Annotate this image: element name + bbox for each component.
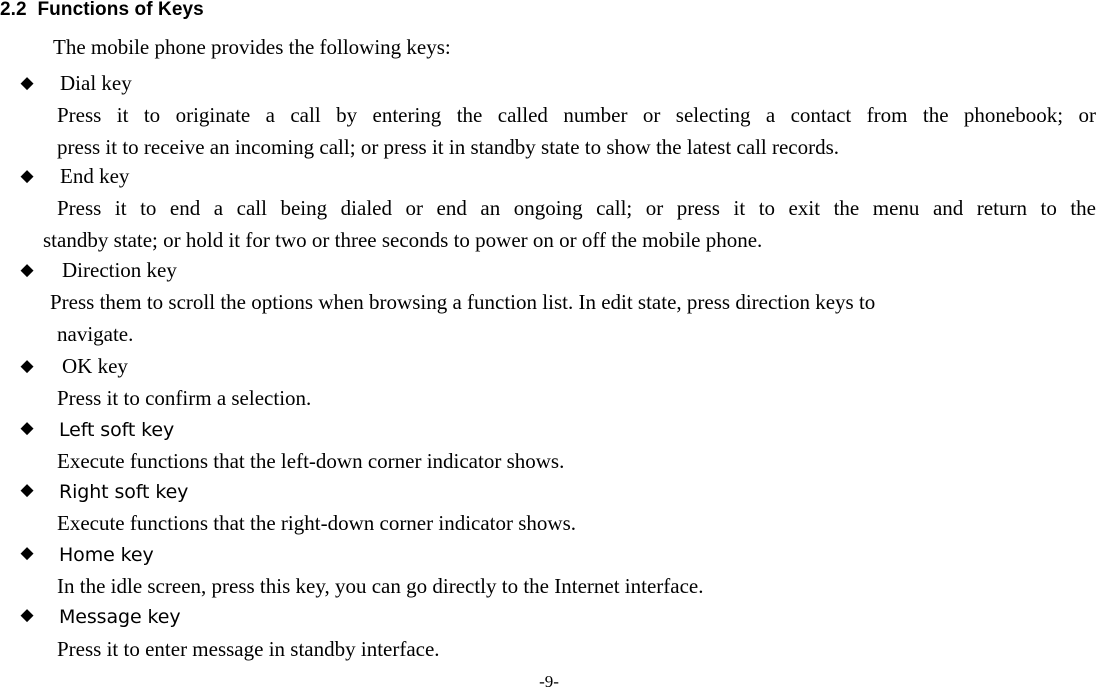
key-description-left-soft-key: Execute functions that the left-down cor… — [57, 449, 565, 473]
key-name-dial-key: Dial key — [60, 71, 132, 95]
diamond-bullet-icon: ◆ — [20, 166, 34, 186]
key-name-home-key: Home key — [59, 544, 154, 566]
diamond-bullet-icon: ◆ — [20, 418, 34, 438]
key-name-right-soft-key: Right soft key — [59, 481, 189, 503]
key-name-ok-key: OK key — [62, 354, 128, 378]
description-line: standby state; or hold it for two or thr… — [43, 227, 763, 252]
description-line: press it to receive an incoming call; or… — [57, 134, 840, 159]
key-description-right-soft-key: Execute functions that the right-down co… — [57, 511, 577, 535]
key-name-direction-key: Direction key — [62, 258, 177, 282]
page-title: 2.2 Functions of Keys — [0, 0, 204, 20]
key-name-message-key: Message key — [59, 606, 181, 628]
key-description-home-key: In the idle screen, press this key, you … — [57, 574, 704, 598]
key-description-message-key: Press it to enter message in standby int… — [57, 637, 440, 661]
intro-paragraph: The mobile phone provides the following … — [53, 35, 451, 59]
key-description-dial-key: Press it to originate a call by entering… — [57, 100, 1096, 163]
key-name-left-soft-key: Left soft key — [59, 419, 175, 441]
key-description-ok-key: Press it to confirm a selection. — [57, 386, 312, 410]
diamond-bullet-icon: ◆ — [20, 73, 34, 93]
diamond-bullet-icon: ◆ — [20, 605, 34, 625]
document-page: 2.2 Functions of Keys The mobile phone p… — [0, 0, 1098, 691]
key-description-end-key: Press it to end a call being dialed or e… — [43, 193, 1096, 256]
description-line: Press them to scroll the options when br… — [50, 290, 876, 314]
diamond-bullet-icon: ◆ — [20, 356, 34, 376]
key-description-direction-key: Press them to scroll the options when br… — [50, 287, 1090, 350]
description-line: Press it to originate a call by entering… — [57, 103, 1096, 127]
description-line: Press it to end a call being dialed or e… — [57, 196, 1096, 220]
diamond-bullet-icon: ◆ — [20, 480, 34, 500]
diamond-bullet-icon: ◆ — [20, 543, 34, 563]
key-name-end-key: End key — [60, 164, 130, 188]
page-number: -9- — [539, 672, 559, 691]
description-line: navigate. — [57, 321, 134, 346]
diamond-bullet-icon: ◆ — [20, 260, 34, 280]
